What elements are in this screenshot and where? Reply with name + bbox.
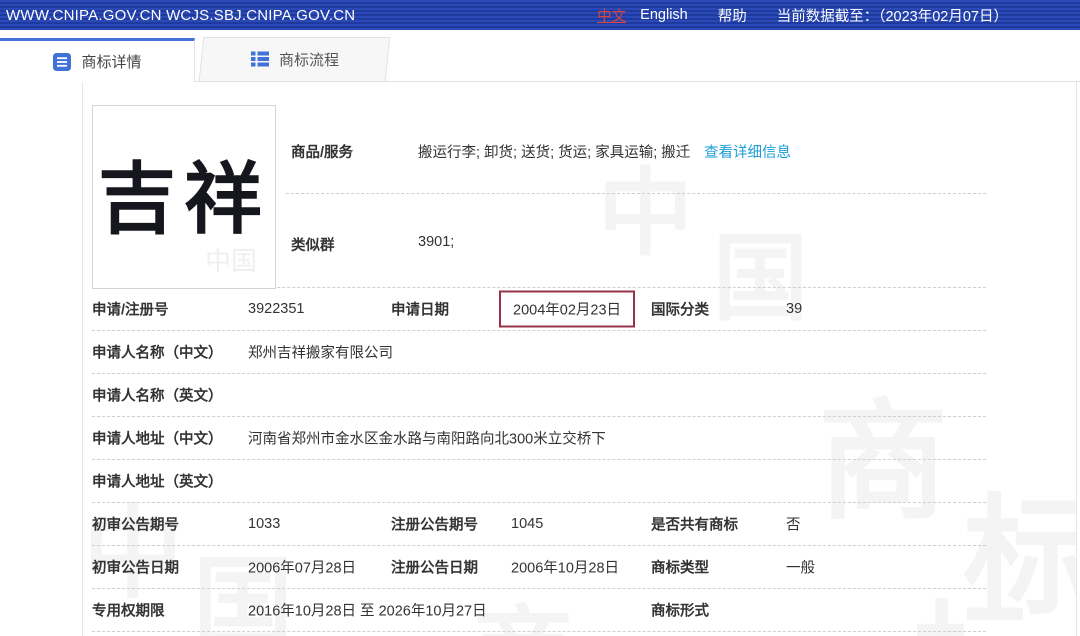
tab-details-label: 商标详情	[81, 51, 141, 72]
preliminary-gazette-date-label: 初审公告日期	[92, 557, 179, 578]
lang-english-link[interactable]: English	[640, 7, 688, 23]
table-row: 申请人地址（中文） 河南省郑州市金水区金水路与南阳路向北300米立交桥下	[92, 417, 986, 460]
similar-group-label: 类似群	[291, 234, 335, 255]
document-lines-icon	[52, 52, 72, 72]
application-number-label: 申请/注册号	[92, 299, 169, 320]
applicant-address-cn-value: 河南省郑州市金水区金水路与南阳路向北300米立交桥下	[248, 428, 606, 449]
topbar: WWW.CNIPA.GOV.CN WCJS.SBJ.CNIPA.GOV.CN 中…	[0, 0, 1080, 30]
topbar-links: 中文 English 帮助 当前数据截至：（2023年02月07日）	[597, 5, 1080, 26]
table-row: 申请人名称（中文） 郑州吉祥搬家有限公司	[92, 331, 986, 374]
trademark-calligraphy-text: 吉祥	[98, 137, 270, 249]
tab-trademark-details[interactable]: 商标详情	[0, 38, 195, 82]
trademark-image-watermark: 中国	[205, 241, 257, 278]
table-row: 申请人地址（英文）	[92, 460, 986, 503]
applicant-address-cn-label: 申请人地址（中文）	[92, 428, 223, 449]
registration-gazette-date-label: 注册公告日期	[391, 557, 478, 578]
site-urls: WWW.CNIPA.GOV.CN WCJS.SBJ.CNIPA.GOV.CN	[0, 7, 355, 24]
trademark-form-label: 商标形式	[651, 600, 709, 621]
list-icon	[250, 49, 270, 69]
application-date-label: 申请日期	[391, 299, 449, 320]
application-date-value-highlighted: 2004年02月23日	[499, 291, 635, 328]
shared-trademark-value: 否	[786, 514, 801, 535]
trademark-type-label: 商标类型	[651, 557, 709, 578]
preliminary-gazette-no-label: 初审公告期号	[92, 514, 179, 535]
exclusive-right-period-label: 专用权期限	[92, 600, 165, 621]
trademark-detail-panel: 中 国 商 标 中 国 标 商 吉祥 中国 商品/服务 搬运行李; 卸货; 送货…	[82, 82, 1077, 636]
similar-group-value: 3901;	[418, 234, 454, 250]
table-row: 申请人名称（英文）	[92, 374, 986, 417]
row-separator	[286, 193, 986, 194]
lang-chinese-link[interactable]: 中文	[597, 5, 626, 26]
trademark-image: 吉祥 中国	[92, 105, 276, 289]
international-class-value: 39	[786, 301, 802, 317]
preliminary-gazette-date-value: 2006年07月28日	[248, 557, 356, 578]
data-cutoff-date: 当前数据截至：（2023年02月07日）	[777, 5, 1008, 26]
shared-trademark-label: 是否共有商标	[651, 514, 738, 535]
tab-process-label: 商标流程	[279, 49, 339, 70]
trademark-detail-table: 申请/注册号 3922351 申请日期 2004年02月23日 国际分类 39 …	[92, 287, 986, 632]
applicant-name-cn-label: 申请人名称（中文）	[92, 342, 223, 363]
applicant-name-cn-value: 郑州吉祥搬家有限公司	[248, 342, 393, 363]
table-row: 初审公告日期 2006年07月28日 注册公告日期 2006年10月28日 商标…	[92, 546, 986, 589]
application-number-value: 3922351	[248, 301, 304, 317]
table-row: 申请/注册号 3922351 申请日期 2004年02月23日 国际分类 39	[92, 288, 986, 331]
registration-gazette-no-value: 1045	[511, 516, 543, 532]
table-row: 初审公告期号 1033 注册公告期号 1045 是否共有商标 否	[92, 503, 986, 546]
trademark-summary-section: 吉祥 中国 商品/服务 搬运行李; 卸货; 送货; 货运; 家具运输; 搬迁 查…	[83, 82, 1076, 287]
tab-bar: 商标详情 商标流程	[0, 30, 1080, 82]
international-class-label: 国际分类	[651, 299, 709, 320]
preliminary-gazette-no-value: 1033	[248, 516, 280, 532]
applicant-name-en-label: 申请人名称（英文）	[92, 385, 223, 406]
view-details-link[interactable]: 查看详细信息	[704, 141, 791, 162]
trademark-type-value: 一般	[786, 557, 815, 578]
registration-gazette-date-value: 2006年10月28日	[511, 557, 619, 578]
tab-trademark-process[interactable]: 商标流程	[201, 37, 388, 81]
exclusive-right-period-value: 2016年10月28日 至 2026年10月27日	[248, 600, 487, 621]
help-link[interactable]: 帮助	[718, 5, 747, 26]
goods-services-value: 搬运行李; 卸货; 送货; 货运; 家具运输; 搬迁	[418, 141, 690, 162]
goods-services-label: 商品/服务	[291, 141, 353, 162]
table-row: 专用权期限 2016年10月28日 至 2026年10月27日 商标形式	[92, 589, 986, 632]
registration-gazette-no-label: 注册公告期号	[391, 514, 478, 535]
applicant-address-en-label: 申请人地址（英文）	[92, 471, 223, 492]
